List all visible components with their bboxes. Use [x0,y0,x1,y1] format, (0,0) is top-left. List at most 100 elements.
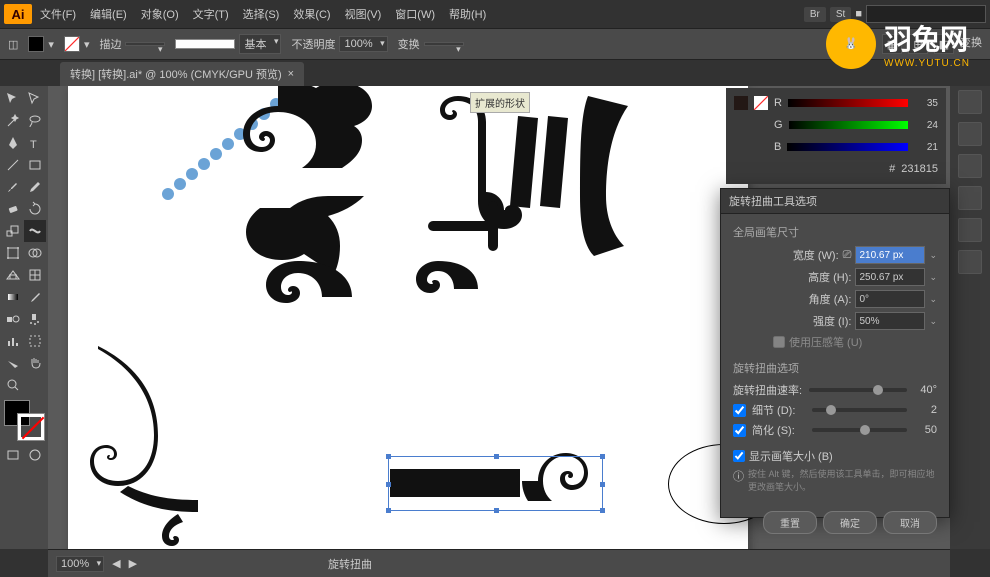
color-b-slider[interactable] [787,143,908,151]
ok-button[interactable]: 确定 [823,511,877,534]
scale-tool[interactable] [2,220,24,242]
artwork-calligraphy [208,86,638,316]
symbols-panel-icon[interactable] [958,250,982,274]
pen-tool[interactable] [2,132,24,154]
line-tool[interactable] [2,154,24,176]
tools-panel: T [0,86,48,549]
simplify-slider[interactable] [812,428,907,432]
color-r-slider[interactable] [788,99,908,107]
magic-wand-tool[interactable] [2,110,24,132]
stroke-dropdown-icon[interactable]: ▾ [84,38,90,51]
artboard: 扩展的形状 [68,86,748,549]
nav-next-icon[interactable]: ▶ [129,557,137,570]
reset-button[interactable]: 重置 [763,511,817,534]
document-tab-title: 转换] [转换].ai* @ 100% (CMYK/GPU 预览) [70,66,282,82]
rectangle-tool[interactable] [24,154,46,176]
cancel-button[interactable]: 取消 [883,511,937,534]
eraser-tool[interactable] [2,198,24,220]
graph-tool[interactable] [2,330,24,352]
zoom-dropdown[interactable]: 100% [56,556,104,572]
shape-builder-tool[interactable] [24,242,46,264]
swatches-panel-icon[interactable] [958,186,982,210]
intensity-label: 强度 (I): [801,313,851,329]
hand-tool[interactable] [24,352,46,374]
close-tab-icon[interactable]: × [288,68,294,80]
layers-panel-icon[interactable] [958,154,982,178]
zoom-tool[interactable] [2,374,24,396]
no-selection-icon: ◫ [8,38,18,51]
blend-tool[interactable] [2,308,24,330]
screen-mode[interactable] [2,444,24,466]
width-input[interactable] [855,246,925,264]
stroke-style-dropdown[interactable]: 基本 [239,34,281,54]
color-stroke-chip[interactable] [754,96,768,110]
angle-input[interactable] [855,290,925,308]
menu-type[interactable]: 文字(T) [187,2,235,26]
menu-view[interactable]: 视图(V) [339,2,388,26]
artwork-flourish-left [68,346,218,546]
showbrush-checkbox[interactable] [733,450,745,462]
libraries-panel-icon[interactable] [958,122,982,146]
menu-window[interactable]: 窗口(W) [389,2,441,26]
free-transform-tool[interactable] [2,242,24,264]
app-logo: Ai [4,4,32,24]
simplify-checkbox[interactable] [733,424,746,437]
rotate-tool[interactable] [24,198,46,220]
height-input[interactable] [855,268,925,286]
width-dropdown-icon[interactable]: ⌄ [929,250,937,261]
pencil-tool[interactable] [24,176,46,198]
type-tool[interactable]: T [24,132,46,154]
intensity-dropdown-icon[interactable]: ⌄ [929,316,937,327]
angle-dropdown-icon[interactable]: ⌄ [929,294,937,305]
intensity-input[interactable] [855,312,925,330]
warp-tool[interactable] [24,220,46,242]
nav-prev-icon[interactable]: ◀ [112,557,120,570]
mesh-tool[interactable] [24,264,46,286]
color-picker[interactable] [4,400,44,440]
menu-object[interactable]: 对象(O) [135,2,185,26]
gradient-tool[interactable] [2,286,24,308]
symbol-sprayer-tool[interactable] [24,308,46,330]
menu-select[interactable]: 选择(S) [237,2,286,26]
artboard-tool[interactable] [24,330,46,352]
perspective-tool[interactable] [2,264,24,286]
properties-panel-icon[interactable] [958,90,982,114]
selection-tool[interactable] [2,88,24,110]
dialog-title: 旋转扭曲工具选项 [721,189,949,214]
height-dropdown-icon[interactable]: ⌄ [929,272,937,283]
rate-slider[interactable] [809,388,907,392]
link-icon[interactable]: ⎚ [843,249,852,262]
stroke-weight-dropdown[interactable] [125,42,165,46]
svg-text:T: T [30,139,37,151]
menu-help[interactable]: 帮助(H) [443,2,492,26]
lasso-tool[interactable] [24,110,46,132]
menu-effect[interactable]: 效果(C) [287,2,336,26]
stroke-color[interactable] [18,414,44,440]
stroke-profile[interactable] [175,39,235,49]
detail-slider[interactable] [812,408,907,412]
draw-mode[interactable] [24,444,46,466]
paintbrush-tool[interactable] [2,176,24,198]
stroke-swatch[interactable] [64,36,80,52]
document-tab[interactable]: 转换] [转换].ai* @ 100% (CMYK/GPU 预览) × [60,62,304,86]
menu-file[interactable]: 文件(F) [34,2,82,26]
info-icon: ⓘ [733,468,744,484]
status-bar: 100% ◀ ▶ 旋转扭曲 [48,549,950,577]
fill-swatch[interactable] [28,36,44,52]
preset-dropdown[interactable] [424,42,464,46]
detail-checkbox[interactable] [733,404,746,417]
direct-selection-tool[interactable] [24,88,46,110]
fill-dropdown-icon[interactable]: ▾ [48,38,54,51]
badge-br[interactable]: Br [804,7,826,22]
color-fill-chip[interactable] [734,96,748,110]
opacity-dropdown[interactable]: 100% [339,36,387,52]
menu-edit[interactable]: 编辑(E) [84,2,133,26]
brushes-panel-icon[interactable] [958,218,982,242]
hex-value[interactable]: 231815 [901,163,938,175]
pressure-checkbox [773,336,785,348]
slice-tool[interactable] [2,352,24,374]
detail-label: 细节 (D): [752,402,806,418]
eyedropper-tool[interactable] [24,286,46,308]
detail-value: 2 [913,404,937,416]
color-g-slider[interactable] [789,121,908,129]
